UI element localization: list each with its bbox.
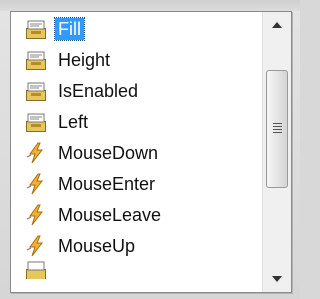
- list-item-mouseleave[interactable]: MouseLeave: [11, 199, 263, 230]
- list-item-label: MouseLeave: [58, 204, 162, 225]
- property-icon: [26, 20, 46, 39]
- list-item-label: Fill: [54, 16, 85, 41]
- list-item-label: MouseUp: [58, 235, 136, 256]
- property-icon: [26, 261, 46, 279]
- intellisense-popup[interactable]: Fill Height IsEnabled Left MouseDown Mou…: [10, 11, 292, 293]
- vertical-scrollbar[interactable]: [262, 12, 291, 292]
- list-item-label: IsEnabled: [58, 80, 139, 101]
- list-item-partial[interactable]: [11, 261, 263, 279]
- list-item-fill[interactable]: Fill: [11, 13, 263, 44]
- property-icon: [26, 113, 46, 132]
- scroll-up-arrow-icon[interactable]: [265, 14, 289, 36]
- event-lightning-icon: [26, 204, 44, 225]
- event-lightning-icon: [26, 173, 44, 194]
- list-item-label: Left: [58, 111, 89, 132]
- scrollbar-thumb[interactable]: [266, 70, 288, 188]
- property-icon: [26, 51, 46, 70]
- background: Fill Height IsEnabled Left MouseDown Mou…: [0, 0, 300, 299]
- grip-line: [273, 126, 282, 127]
- editor-background-strip: [0, 0, 300, 11]
- event-lightning-icon: [26, 235, 44, 256]
- grip-line: [273, 129, 282, 130]
- event-lightning-icon: [26, 142, 44, 163]
- property-icon: [26, 82, 46, 101]
- list-item-label: MouseEnter: [58, 173, 156, 194]
- list-item-mouseup[interactable]: MouseUp: [11, 230, 263, 261]
- list-item-mousedown[interactable]: MouseDown: [11, 137, 263, 168]
- grip-line: [273, 123, 282, 124]
- list-item-label: MouseDown: [58, 142, 159, 163]
- list-item-height[interactable]: Height: [11, 44, 263, 75]
- list-item-mouseenter[interactable]: MouseEnter: [11, 168, 263, 199]
- list-item-isenabled[interactable]: IsEnabled: [11, 75, 263, 106]
- grip-line: [273, 132, 282, 133]
- list-item-left[interactable]: Left: [11, 106, 263, 137]
- scroll-down-arrow-icon[interactable]: [265, 268, 289, 290]
- list-item-label: Height: [58, 49, 111, 70]
- completion-list[interactable]: Fill Height IsEnabled Left MouseDown Mou…: [11, 12, 263, 292]
